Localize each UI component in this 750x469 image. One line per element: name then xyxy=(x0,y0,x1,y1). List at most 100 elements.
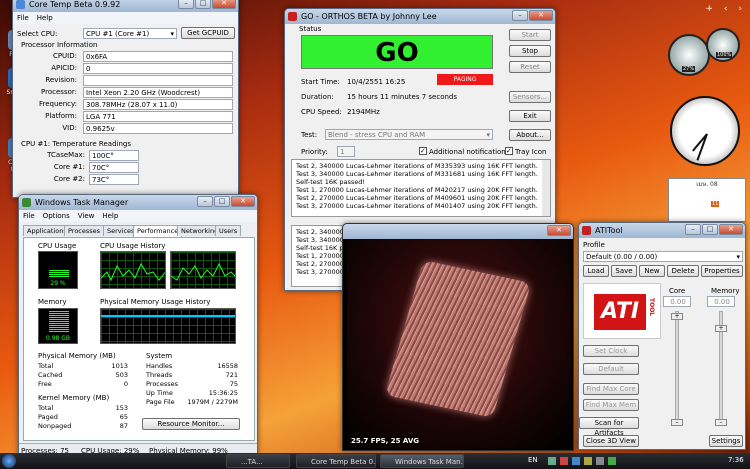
scan-for-artifacts-button[interactable]: Scan for Artifacts xyxy=(579,417,639,437)
coretemp-titlebar[interactable]: Core Temp Beta 0.9.92 – □ ✕ xyxy=(13,0,238,12)
about-button[interactable]: About... xyxy=(509,129,551,141)
menu-file[interactable]: File xyxy=(23,210,35,222)
tray-icon-3[interactable] xyxy=(572,457,580,465)
menu-help[interactable]: Help xyxy=(37,12,53,24)
settings-button[interactable]: Settings xyxy=(709,435,743,447)
memory-meter-value: 100% xyxy=(716,52,733,58)
maximize-button[interactable]: □ xyxy=(214,196,230,207)
menu-options[interactable]: Options xyxy=(43,210,70,222)
memory-slider-up-icon[interactable]: + xyxy=(715,325,727,332)
sensors-button[interactable]: Sensors... xyxy=(509,91,551,103)
orthos-titlebar[interactable]: GO - ORTHOS BETA by Johnny Lee – ✕ xyxy=(285,9,555,24)
resource-monitor-button[interactable]: Resource Monitor... xyxy=(142,418,240,430)
gadget-bar[interactable]: + ‹ › xyxy=(676,4,746,16)
maximize-button[interactable]: □ xyxy=(702,224,718,235)
properties-button[interactable]: Properties xyxy=(701,265,743,277)
memory-meter-gadget[interactable]: 100% xyxy=(706,28,740,62)
log-pane-1[interactable]: Test 2, 340000 Lucas-Lehmer iterations o… xyxy=(291,159,551,217)
log-scrollbar[interactable] xyxy=(542,160,550,216)
stat-value: 153 xyxy=(115,404,128,412)
atitool-titlebar[interactable]: ATITool – □ ✕ xyxy=(579,223,745,238)
start-button[interactable]: Start xyxy=(509,29,551,41)
load-button[interactable]: Load xyxy=(583,265,609,277)
taskmanager-titlebar[interactable]: Windows Task Manager – □ ✕ xyxy=(19,195,257,210)
core-slider-up-icon[interactable]: + xyxy=(671,313,683,320)
memory-clock-field[interactable]: 0.00 xyxy=(707,296,735,307)
select-cpu-value: CPU #1 (Core #1) xyxy=(86,30,150,38)
select-cpu-dropdown[interactable]: CPU #1 (Core #1) ▾ xyxy=(83,28,177,39)
tray-icon-1[interactable] xyxy=(548,457,556,465)
close-button[interactable]: ✕ xyxy=(719,224,743,235)
get-gcpuid-button[interactable]: Get GCPUID xyxy=(181,27,235,39)
test-dropdown[interactable]: Blend - stress CPU and RAM ▾ xyxy=(325,129,493,140)
close-button[interactable]: ✕ xyxy=(231,196,255,207)
tray-icon-4[interactable] xyxy=(584,457,592,465)
language-indicator[interactable]: EN xyxy=(528,456,538,464)
info-row-label: Platform: xyxy=(45,112,77,120)
temp-row-label: Core #2: xyxy=(53,175,85,183)
stat-value: 1013 xyxy=(111,362,128,370)
calendar-gadget[interactable]: เมษ. 08 11 xyxy=(668,178,746,222)
tab-users[interactable]: Users xyxy=(215,225,242,236)
taskmanager-app-icon xyxy=(22,198,31,207)
tab-performance[interactable]: Performance xyxy=(133,225,183,237)
core-slider[interactable] xyxy=(675,311,679,421)
minimize-button[interactable]: – xyxy=(512,10,528,21)
taskbar-item-taskmanager[interactable]: Windows Task Man... xyxy=(380,454,464,468)
menu-file[interactable]: File xyxy=(17,12,29,24)
render-viewport[interactable]: 25.7 FPS, 25 AVG xyxy=(347,239,571,449)
memory-slider-down-icon[interactable]: – xyxy=(715,419,727,426)
tab-processes[interactable]: Processes xyxy=(64,225,105,236)
ati-logo: ATI TOOL xyxy=(583,283,661,339)
close-button[interactable]: ✕ xyxy=(547,225,571,236)
system-label: System xyxy=(146,352,173,360)
tray-icon-6[interactable] xyxy=(608,457,616,465)
close-3d-view-button[interactable]: Close 3D View xyxy=(583,435,639,447)
priority-dropdown[interactable]: 1 xyxy=(337,146,355,157)
cpu-usage-bar xyxy=(49,270,69,278)
menu-view[interactable]: View xyxy=(78,210,95,222)
core-slider-down-icon[interactable]: – xyxy=(671,419,683,426)
info-row-label: VID: xyxy=(62,124,77,132)
delete-button[interactable]: Delete xyxy=(667,265,699,277)
cpu-history-label: CPU Usage History xyxy=(100,242,166,250)
new-button[interactable]: New xyxy=(639,265,665,277)
close-button[interactable]: ✕ xyxy=(212,0,236,9)
kernel-memory-label: Kernel Memory (MB) xyxy=(38,394,110,402)
menu-help[interactable]: Help xyxy=(102,210,118,222)
tray-icon-checkbox[interactable]: ✓ xyxy=(505,147,513,155)
taskbar-item-1[interactable]: ...TA... xyxy=(226,454,290,468)
temperature-readings-label: CPU #1: Temperature Readings xyxy=(21,140,131,148)
stop-button[interactable]: Stop xyxy=(509,45,551,57)
stat-value: 75 xyxy=(229,380,238,388)
minimize-button[interactable]: – xyxy=(178,0,194,9)
find-max-core-button[interactable]: Find Max Core xyxy=(583,383,639,395)
taskmanager-menu: File Options View Help xyxy=(19,210,257,222)
exit-button[interactable]: Exit xyxy=(509,110,551,122)
render3d-titlebar[interactable]: ✕ xyxy=(343,224,573,239)
reset-button[interactable]: Reset xyxy=(509,61,551,73)
taskbar-item-coretemp[interactable]: Core Temp Beta 0.9... xyxy=(296,454,376,468)
atitool-app-icon xyxy=(582,226,591,235)
tray-icon-2[interactable] xyxy=(560,457,568,465)
find-max-mem-button[interactable]: Find Max Mem xyxy=(583,399,639,411)
calendar-header: เมษ. 08 xyxy=(696,181,718,188)
clock-gadget[interactable] xyxy=(670,96,740,166)
minimize-button[interactable]: – xyxy=(197,196,213,207)
maximize-button[interactable]: □ xyxy=(195,0,211,9)
default-button[interactable]: Default xyxy=(583,363,639,375)
minimize-button[interactable]: – xyxy=(685,224,701,235)
save-button[interactable]: Save xyxy=(611,265,637,277)
additional-notification-checkbox[interactable]: ✓ xyxy=(419,147,427,155)
profile-dropdown[interactable]: Default (0.00 / 0.00) ▾ xyxy=(583,251,743,262)
core-clock-field[interactable]: 0.00 xyxy=(663,296,691,307)
taskbar-clock[interactable]: 7:36 xyxy=(728,456,744,464)
additional-notification-label: Additional notification xyxy=(429,148,506,156)
tray-icon-5[interactable] xyxy=(596,457,604,465)
close-button[interactable]: ✕ xyxy=(529,10,553,21)
cpu-meter-gadget[interactable]: 27% xyxy=(668,34,710,76)
start-orb[interactable] xyxy=(2,454,16,468)
fur-cube-render xyxy=(384,260,532,418)
set-clock-button[interactable]: Set Clock xyxy=(583,345,639,357)
memory-history-fill xyxy=(101,315,235,317)
